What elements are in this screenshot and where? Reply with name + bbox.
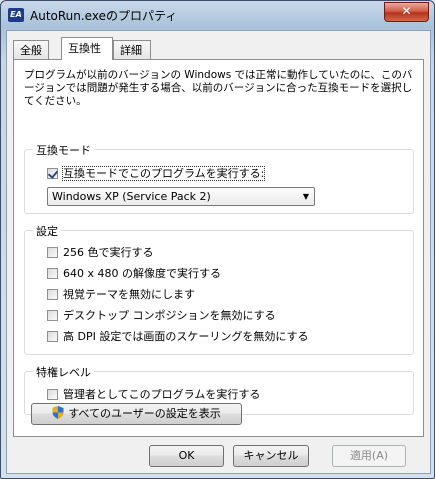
checkbox[interactable] [47, 331, 58, 342]
dialog-body: 全般 互換性 詳細 プログラムが以前のバージョンの Windows では正常に動… [6, 30, 431, 474]
settings-group: 設定 256 色で実行する 640 x 480 の解像度で実行する 視覚テーマを… [24, 223, 414, 355]
show-all-users-label: すべてのユーザーの設定を表示 [68, 407, 221, 420]
tab-details[interactable]: 詳細 [113, 40, 151, 59]
compat-mode-checkbox-row[interactable]: 互換モードでこのプログラムを実行する: [47, 166, 266, 182]
checkbox[interactable] [47, 310, 58, 321]
title-bar[interactable]: EA AutoRun.exeのプロパティ ✕ [1, 1, 434, 29]
description-text: プログラムが以前のバージョンの Windows では正常に動作していたのに、この… [24, 69, 413, 107]
checkbox[interactable] [47, 289, 58, 300]
ok-button[interactable]: OK [149, 445, 224, 467]
setting-disable-visual-themes[interactable]: 視覚テーマを無効にします [47, 287, 195, 303]
run-as-admin-checkbox[interactable] [47, 389, 58, 400]
setting-label: デスクトップ コンポジションを無効にする [63, 309, 276, 322]
setting-label: 視覚テーマを無効にします [63, 288, 195, 301]
run-as-admin-row[interactable]: 管理者としてこのプログラムを実行する [47, 387, 260, 403]
compat-mode-checkbox-label: 互換モードでこのプログラムを実行する: [61, 166, 266, 181]
show-all-users-settings-button[interactable]: すべてのユーザーの設定を表示 [31, 403, 242, 425]
chevron-down-icon: ▼ [302, 192, 309, 201]
compat-mode-checkbox[interactable] [47, 168, 58, 179]
close-button[interactable]: ✕ [384, 2, 429, 22]
os-version-selected: Windows XP (Service Pack 2) [52, 190, 211, 203]
os-version-select[interactable]: Windows XP (Service Pack 2) ▼ [47, 187, 315, 206]
compat-mode-group: 互換モード 互換モードでこのプログラムを実行する: Windows XP (Se… [24, 142, 414, 214]
privilege-group-label: 特権レベル [33, 364, 94, 380]
setting-640x480[interactable]: 640 x 480 の解像度で実行する [47, 266, 221, 282]
properties-dialog: EA AutoRun.exeのプロパティ ✕ 全般 互換性 詳細 プログラムが以… [0, 0, 435, 479]
window-title: AutoRun.exeのプロパティ [30, 9, 178, 23]
setting-label: 高 DPI 設定では画面のスケーリングを無効にする [63, 330, 309, 343]
setting-label: 256 色で実行する [63, 246, 154, 259]
setting-256-colors[interactable]: 256 色で実行する [47, 245, 154, 261]
tab-general[interactable]: 全般 [13, 40, 49, 59]
tab-compatibility[interactable]: 互換性 [61, 37, 113, 60]
setting-disable-dpi-scaling[interactable]: 高 DPI 設定では画面のスケーリングを無効にする [47, 329, 308, 345]
compat-mode-group-label: 互換モード [33, 142, 94, 158]
cancel-button[interactable]: キャンセル [233, 445, 309, 467]
apply-button[interactable]: 適用(A) [332, 445, 406, 467]
ea-app-icon: EA [8, 8, 24, 22]
checkbox[interactable] [47, 268, 58, 279]
checkbox[interactable] [47, 247, 58, 258]
settings-group-label: 設定 [33, 223, 61, 239]
setting-label: 640 x 480 の解像度で実行する [63, 267, 221, 280]
setting-disable-desktop-composition[interactable]: デスクトップ コンポジションを無効にする [47, 308, 276, 324]
uac-shield-icon [52, 406, 64, 419]
run-as-admin-label: 管理者としてこのプログラムを実行する [63, 388, 261, 401]
compatibility-panel: プログラムが以前のバージョンの Windows では正常に動作していたのに、この… [13, 59, 424, 437]
